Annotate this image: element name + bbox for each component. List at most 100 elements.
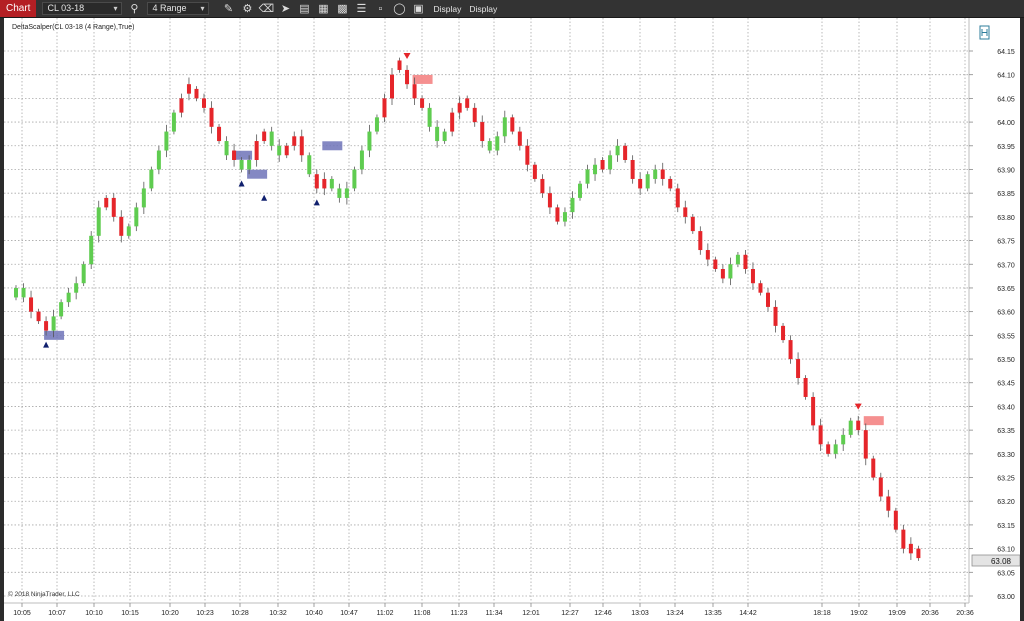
up-candle [735, 254, 740, 265]
current-price-badge: 63.08 [971, 554, 1020, 567]
down-candle [382, 98, 387, 118]
chart-panel[interactable]: 64.15 64.10 64.05 64.00 63.95 63.90 63.85 63.80… [4, 18, 1020, 621]
search-icon[interactable]: ⚲ [127, 2, 141, 15]
down-candle [405, 69, 410, 85]
pointer-icon[interactable]: ➤ [278, 2, 292, 15]
bars-icon[interactable]: ▦ [316, 2, 330, 15]
up-candle [841, 434, 846, 445]
price-tick-label: 63.90 [997, 167, 1015, 174]
down-candle [510, 117, 515, 132]
down-candle [254, 141, 259, 160]
down-candle [660, 169, 665, 179]
down-candle [457, 103, 462, 113]
down-candle [262, 131, 267, 142]
price-tick-label: 63.75 [997, 239, 1015, 246]
panel-scale-icon[interactable] [979, 25, 990, 40]
up-candle [585, 169, 590, 184]
price-tick-label: 63.50 [997, 357, 1015, 364]
down-candle [675, 188, 680, 208]
down-candle [397, 60, 402, 70]
up-candle [141, 188, 146, 208]
down-candle [186, 84, 191, 94]
pencil-icon[interactable]: ✎ [221, 2, 235, 15]
up-candle [442, 131, 447, 142]
up-candle [89, 235, 94, 265]
time-tick-label: 11:23 [451, 610, 468, 617]
down-candle [480, 122, 485, 142]
layout-icon[interactable]: ▣ [411, 2, 425, 15]
down-candle [878, 477, 883, 497]
interval-selector[interactable]: 4 Range ▾ [147, 2, 210, 15]
price-tick-label: 64.05 [997, 96, 1015, 103]
up-candle [359, 150, 364, 170]
up-candle [593, 164, 598, 175]
up-candle [66, 292, 71, 303]
down-candle [713, 259, 718, 269]
time-tick-label: 20:36 [956, 610, 974, 617]
sell-signal-triangle [403, 52, 411, 59]
down-candle [104, 197, 109, 208]
time-tick-label: 10:20 [161, 610, 179, 617]
down-candle [532, 164, 537, 179]
up-candle [59, 302, 64, 317]
up-candle [149, 169, 154, 189]
price-tick-label: 63.65 [997, 286, 1015, 293]
down-candle [668, 178, 673, 189]
down-candle [217, 126, 222, 142]
up-candle [134, 207, 139, 227]
up-candle [833, 444, 838, 454]
properties-icon[interactable]: ☰ [354, 2, 368, 15]
notes-icon[interactable]: ▤ [297, 2, 311, 15]
chart-tab[interactable]: Chart [0, 0, 37, 17]
up-candle [126, 226, 131, 236]
up-candle [21, 287, 26, 298]
grid-icon[interactable]: ▩ [335, 2, 349, 15]
up-candle [570, 197, 575, 213]
copyright-label: © 2018 NinjaTrader, LLC [8, 590, 80, 598]
down-candle [525, 145, 530, 165]
display-button-2[interactable]: Display [469, 4, 497, 14]
down-candle [36, 311, 41, 322]
time-tick-label: 10:10 [85, 610, 103, 617]
zoom-icon[interactable]: ⚙ [240, 2, 254, 15]
eraser-icon[interactable]: ⌫ [259, 2, 275, 15]
down-candle [871, 458, 876, 478]
time-tick-label: 10:05 [13, 610, 31, 617]
time-tick-label: 11:08 [414, 610, 431, 617]
up-candle [615, 145, 620, 156]
down-candle [901, 529, 906, 549]
price-tick-label: 63.05 [997, 570, 1015, 577]
up-candle [502, 117, 507, 137]
price-chart[interactable]: 64.15 64.10 64.05 64.00 63.95 63.90 63.85 63.80… [4, 18, 1020, 621]
up-candle [277, 145, 282, 156]
indicators-icon[interactable]: ▫ [373, 2, 387, 15]
time-tick-label: 10:47 [340, 610, 358, 617]
down-candle [29, 297, 34, 312]
down-candle [766, 292, 770, 307]
circle-icon[interactable]: ◯ [392, 2, 406, 15]
buy-zone [44, 330, 65, 340]
down-candle [412, 84, 417, 99]
down-candle [826, 444, 831, 454]
down-candle [119, 216, 124, 236]
down-candle [465, 98, 470, 108]
down-candle [638, 178, 643, 189]
price-tick-label: 63.10 [997, 547, 1015, 554]
down-candle [600, 160, 605, 170]
time-tick-label: 10:23 [196, 610, 214, 617]
up-candle [239, 160, 244, 170]
instrument-selector[interactable]: CL 03-18 ▾ [42, 2, 123, 15]
price-tick-label: 63.35 [997, 428, 1015, 435]
down-candle [781, 325, 786, 341]
buy-signal-triangle [43, 341, 50, 348]
up-candle [495, 136, 500, 151]
down-candle [517, 131, 522, 146]
current-price-label: 63.08 [991, 557, 1012, 566]
price-tick-label: 63.45 [997, 381, 1015, 388]
up-candle [74, 283, 79, 293]
down-candle [788, 340, 793, 360]
display-button-1[interactable]: Display [433, 4, 461, 14]
time-tick-label: 19:09 [888, 610, 906, 617]
down-candle [450, 112, 455, 132]
down-candle [750, 269, 755, 284]
